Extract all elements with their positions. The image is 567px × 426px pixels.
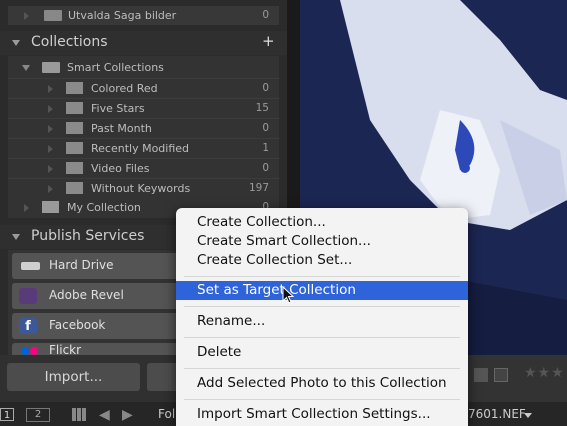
expand-arrow-icon [48, 185, 53, 193]
list-item-label: Without Keywords [91, 182, 191, 195]
smart-collection-set-icon [42, 62, 60, 73]
publish-service-label: Adobe Revel [49, 288, 124, 302]
menu-item-set-as-target-collection[interactable]: Set as Target Collection [176, 281, 468, 300]
filename-label[interactable]: 7601.NEF [468, 407, 526, 421]
expand-arrow-icon [48, 85, 53, 93]
list-item-count: 15 [255, 102, 269, 114]
smart-collections-label: Smart Collections [67, 61, 164, 74]
publish-service-hard-drive[interactable]: Hard Drive [12, 253, 180, 279]
publish-services-title: Publish Services [31, 228, 145, 244]
menu-separator [184, 276, 460, 277]
mouse-cursor-icon [282, 286, 295, 304]
view-1-button[interactable]: 1 [0, 408, 14, 421]
list-item-label: Colored Red [91, 82, 158, 95]
publish-service-label: Flickr [49, 343, 82, 355]
expand-arrow-icon [48, 145, 53, 153]
collapse-arrow-icon[interactable] [12, 234, 20, 240]
list-item[interactable]: Video Files 0 [8, 158, 279, 178]
menu-separator [184, 399, 460, 400]
smart-collection-icon [66, 142, 83, 154]
expand-arrow-icon [48, 165, 53, 173]
smart-collection-icon [66, 182, 83, 194]
folder-label: Utvalda Saga bilder [68, 9, 177, 22]
hard-drive-icon [21, 262, 40, 270]
publish-service-label: Hard Drive [49, 258, 114, 272]
forward-arrow-icon[interactable]: ▶ [122, 407, 133, 423]
list-item-count: 0 [262, 162, 269, 174]
grid-view-icon[interactable] [72, 408, 87, 421]
smart-collection-icon [66, 162, 83, 174]
context-menu: Create Collection... Create Smart Collec… [176, 208, 468, 426]
expand-arrow-icon [48, 125, 53, 133]
menu-item-label: Add Selected Photo to this Collection [197, 375, 447, 391]
publish-service-flickr[interactable]: Flickr [12, 343, 180, 355]
publish-service-adobe-revel[interactable]: Adobe Revel [12, 283, 180, 309]
back-arrow-icon[interactable]: ◀ [99, 407, 110, 423]
expand-arrow-icon [24, 204, 29, 212]
smart-collection-icon [66, 122, 83, 134]
list-item-label: Past Month [91, 122, 152, 135]
menu-item-label: Create Smart Collection... [197, 233, 371, 249]
list-item[interactable]: Without Keywords 197 [8, 178, 279, 198]
menu-item-label: Delete [197, 344, 242, 360]
import-button[interactable]: Import... [7, 363, 140, 391]
menu-item-label: Rename... [197, 313, 266, 329]
publish-service-facebook[interactable]: f Facebook [12, 313, 180, 339]
menu-separator [184, 368, 460, 369]
collections-list: Smart Collections Colored Red 0 Five Sta… [8, 56, 279, 218]
menu-item-create-smart-collection[interactable]: Create Smart Collection... [176, 232, 468, 251]
menu-item-label: Create Collection Set... [197, 252, 353, 268]
rating-stars-icon[interactable]: ★★★ [524, 365, 565, 381]
menu-separator [184, 306, 460, 307]
list-item[interactable]: Past Month 0 [8, 118, 279, 138]
collections-title: Collections [31, 34, 108, 50]
collapse-arrow-icon[interactable] [12, 40, 20, 46]
reject-flag-icon[interactable] [494, 368, 508, 382]
flickr-icon [21, 347, 29, 355]
list-item[interactable]: Recently Modified 1 [8, 138, 279, 158]
smart-collection-icon [66, 102, 83, 114]
add-collection-icon[interactable]: + [262, 32, 275, 50]
list-item[interactable]: Five Stars 15 [8, 98, 279, 118]
folder-path-label: Fol [158, 407, 176, 421]
list-item-count: 0 [262, 82, 269, 94]
list-item-count: 1 [262, 142, 269, 154]
collection-icon [42, 201, 59, 213]
menu-item-create-collection-set[interactable]: Create Collection Set... [176, 251, 468, 270]
publish-service-label: Facebook [49, 318, 106, 332]
flag-icon[interactable] [474, 368, 488, 382]
list-item-count: 197 [248, 182, 269, 194]
menu-item-label: Set as Target Collection [197, 282, 356, 298]
folder-row[interactable]: Utvalda Saga bilder 0 [8, 6, 279, 25]
filename-dropdown-icon[interactable] [524, 413, 532, 418]
folder-icon [44, 10, 62, 21]
menu-item-rename[interactable]: Rename... [176, 312, 468, 331]
flickr-icon [30, 347, 38, 355]
expand-arrow-icon [48, 105, 53, 113]
menu-item-label: Create Collection... [197, 214, 326, 230]
facebook-icon: f [19, 318, 37, 334]
list-item-count: 0 [262, 122, 269, 134]
list-item-label: Recently Modified [91, 142, 190, 155]
menu-item-label: Import Smart Collection Settings... [197, 406, 431, 422]
view-2-button[interactable]: 2 [26, 408, 50, 422]
menu-separator [184, 337, 460, 338]
list-item-label: Five Stars [91, 102, 145, 115]
expand-arrow-icon[interactable] [24, 12, 29, 20]
menu-item-delete[interactable]: Delete [176, 343, 468, 362]
collections-header[interactable]: Collections + [0, 31, 287, 55]
smart-collections-row[interactable]: Smart Collections [8, 58, 279, 77]
menu-item-add-selected-photo[interactable]: Add Selected Photo to this Collection [176, 374, 468, 393]
adobe-revel-icon [19, 288, 37, 304]
folder-count: 0 [262, 9, 269, 21]
my-collection-label: My Collection [67, 201, 141, 214]
menu-item-import-smart-collection-settings[interactable]: Import Smart Collection Settings... [176, 405, 468, 424]
collapse-arrow-icon[interactable] [22, 65, 30, 71]
list-item-label: Video Files [91, 162, 150, 175]
smart-collection-icon [66, 82, 83, 94]
list-item[interactable]: Colored Red 0 [8, 78, 279, 98]
menu-item-create-collection[interactable]: Create Collection... [176, 213, 468, 232]
filmstrip-toolbar: ★★★ [468, 355, 567, 402]
